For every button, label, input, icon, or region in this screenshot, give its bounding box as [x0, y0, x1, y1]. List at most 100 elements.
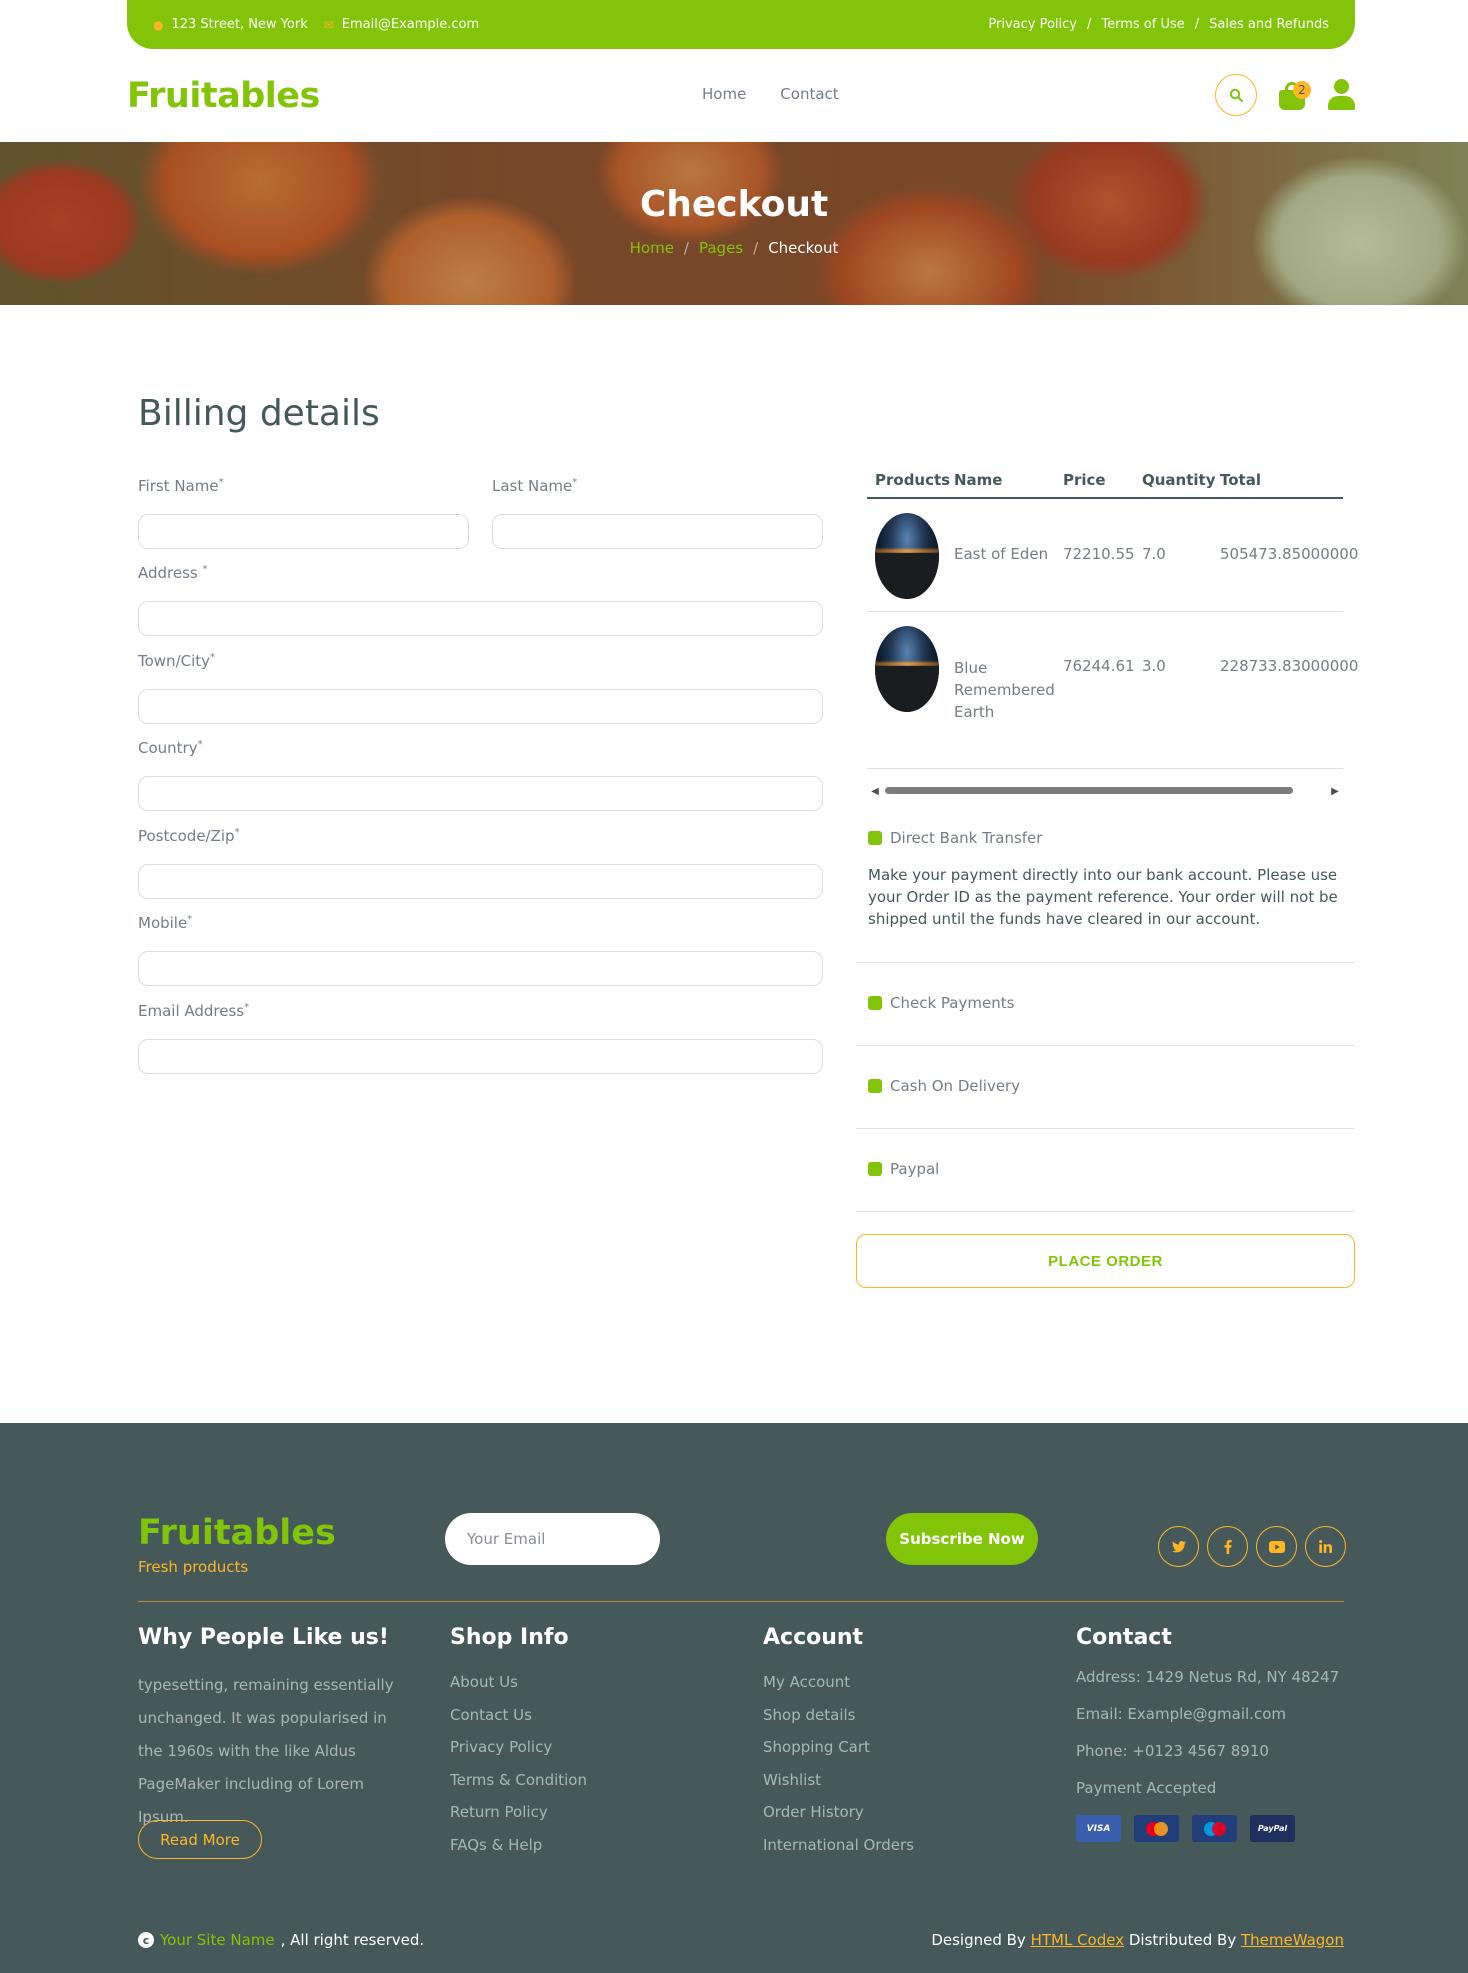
- table-horizontal-scrollbar[interactable]: ◀ ▶: [867, 783, 1343, 799]
- footer-link-privacy[interactable]: Privacy Policy: [450, 1738, 552, 1756]
- footer-link-faqs[interactable]: FAQs & Help: [450, 1836, 542, 1854]
- town-input[interactable]: [138, 689, 823, 724]
- nav-actions: 2: [1215, 74, 1355, 116]
- col-total: Total: [1220, 471, 1261, 489]
- topbar-separator: /: [1086, 17, 1092, 32]
- footer-link-contact[interactable]: Contact Us: [450, 1706, 532, 1724]
- footer-divider: [138, 1601, 1344, 1602]
- billing-title: Billing details: [138, 393, 380, 434]
- html-codex-link[interactable]: HTML Codex: [1031, 1931, 1125, 1949]
- linkedin-icon[interactable]: [1305, 1526, 1346, 1567]
- topbar-address: ● 123 Street, New York: [153, 17, 308, 32]
- breadcrumb-pages[interactable]: Pages: [699, 239, 743, 257]
- nav-home[interactable]: Home: [702, 85, 746, 103]
- nav-menu: Home Contact: [702, 85, 839, 103]
- user-account-button[interactable]: [1327, 79, 1355, 111]
- product-image: [875, 513, 939, 599]
- footer-logo[interactable]: Fruitables: [138, 1513, 336, 1553]
- payment-direct-bank-transfer[interactable]: Direct Bank Transfer: [868, 829, 1042, 847]
- youtube-icon[interactable]: [1256, 1526, 1297, 1567]
- checkbox-checked-icon[interactable]: [868, 831, 882, 845]
- designed-by-label: Designed By: [931, 1931, 1031, 1949]
- read-more-button[interactable]: Read More: [138, 1820, 262, 1859]
- payment-cash-on-delivery[interactable]: Cash On Delivery: [868, 1077, 1020, 1095]
- place-order-button[interactable]: PLACE ORDER: [856, 1234, 1355, 1288]
- copyright-icon: c: [138, 1932, 154, 1948]
- facebook-icon[interactable]: [1207, 1526, 1248, 1567]
- postcode-input[interactable]: [138, 864, 823, 899]
- contact-address: Address: 1429 Netus Rd, NY 48247: [1076, 1668, 1340, 1686]
- first-name-label: First Name*: [138, 477, 224, 495]
- distributed-by-label: Distributed By: [1124, 1931, 1241, 1949]
- subscribe-button[interactable]: Subscribe Now: [886, 1513, 1038, 1565]
- product-quantity: 7.0: [1142, 545, 1166, 563]
- nav-contact[interactable]: Contact: [780, 85, 838, 103]
- mobile-input[interactable]: [138, 951, 823, 986]
- contact-phone: Phone: +0123 4567 8910: [1076, 1742, 1269, 1760]
- payment-description: Make your payment directly into our bank…: [868, 866, 1338, 928]
- mastercard-icon: [1134, 1815, 1179, 1842]
- terms-of-use-link[interactable]: Terms of Use: [1101, 17, 1184, 32]
- email-label: Email Address*: [138, 1002, 250, 1020]
- scroll-right-icon[interactable]: ▶: [1327, 786, 1343, 797]
- scroll-left-icon[interactable]: ◀: [867, 786, 883, 797]
- sales-refunds-link[interactable]: Sales and Refunds: [1209, 17, 1329, 32]
- topbar-email-text[interactable]: Email@Example.com: [342, 17, 479, 32]
- country-label: Country*: [138, 739, 203, 757]
- checkbox-checked-icon[interactable]: [868, 1079, 882, 1093]
- country-input[interactable]: [138, 776, 823, 811]
- footer-link-shopping-cart[interactable]: Shopping Cart: [763, 1738, 870, 1756]
- checkbox-checked-icon[interactable]: [868, 996, 882, 1010]
- map-marker-icon: ●: [153, 17, 164, 32]
- footer-link-about[interactable]: About Us: [450, 1673, 518, 1691]
- envelope-icon: ✉: [323, 17, 334, 32]
- mobile-label: Mobile*: [138, 914, 193, 932]
- site-name-link[interactable]: Your Site Name: [160, 1931, 275, 1949]
- breadcrumb-separator: /: [753, 239, 759, 257]
- table-header: Products Name Price Quantity Total: [867, 465, 1343, 499]
- site-logo[interactable]: Fruitables: [127, 76, 320, 116]
- navbar: Fruitables Home Contact 2: [127, 49, 1355, 142]
- table-row: Blue Remembered Earth 76244.61 3.0 22873…: [867, 612, 1358, 769]
- first-name-input[interactable]: [138, 514, 469, 549]
- footer-link-terms[interactable]: Terms & Condition: [450, 1771, 587, 1789]
- product-price: 72210.55: [1063, 545, 1135, 563]
- footer-link-international[interactable]: International Orders: [763, 1836, 914, 1854]
- breadcrumb-separator: /: [683, 239, 689, 257]
- footer-link-my-account[interactable]: My Account: [763, 1673, 850, 1691]
- user-icon: [1334, 79, 1349, 94]
- footer-link-shop-details[interactable]: Shop details: [763, 1706, 855, 1724]
- topbar: ● 123 Street, New York ✉ Email@Example.c…: [127, 0, 1355, 49]
- scrollbar-thumb[interactable]: [885, 787, 1293, 794]
- footer: Fruitables Fresh products Your Email Sub…: [0, 1423, 1468, 1973]
- credits: Designed By HTML Codex Distributed By Th…: [931, 1931, 1344, 1949]
- footer-link-wishlist[interactable]: Wishlist: [763, 1771, 821, 1789]
- account-title: Account: [763, 1625, 864, 1650]
- last-name-input[interactable]: [492, 514, 823, 549]
- col-name: Name: [954, 471, 1003, 489]
- copyright: c Your Site Name , All right reserved.: [138, 1931, 424, 1949]
- footer-link-return[interactable]: Return Policy: [450, 1803, 548, 1821]
- why-text: typesetting, remaining essentially uncha…: [138, 1676, 394, 1826]
- topbar-email[interactable]: ✉ Email@Example.com: [324, 17, 479, 32]
- payment-paypal[interactable]: Paypal: [868, 1160, 939, 1178]
- twitter-icon[interactable]: [1158, 1526, 1199, 1567]
- breadcrumb-home[interactable]: Home: [630, 239, 674, 257]
- email-input[interactable]: [138, 1039, 823, 1074]
- cart-button[interactable]: 2: [1277, 78, 1311, 112]
- themewagon-link[interactable]: ThemeWagon: [1241, 1931, 1344, 1949]
- address-input[interactable]: [138, 601, 823, 636]
- town-label: Town/City*: [138, 652, 216, 670]
- newsletter-email-input[interactable]: Your Email: [445, 1513, 660, 1565]
- product-total: 228733.83000000: [1220, 657, 1359, 675]
- page-header-banner: Checkout Home / Pages / Checkout: [0, 142, 1468, 305]
- product-image: [875, 626, 939, 712]
- checkbox-checked-icon[interactable]: [868, 1162, 882, 1176]
- payment-check-payments[interactable]: Check Payments: [868, 994, 1014, 1012]
- footer-link-order-history[interactable]: Order History: [763, 1803, 864, 1821]
- privacy-policy-link[interactable]: Privacy Policy: [988, 17, 1077, 32]
- last-name-label: Last Name*: [492, 477, 578, 495]
- payment-accepted-label: Payment Accepted: [1076, 1779, 1217, 1797]
- scrollbar-track[interactable]: [883, 787, 1327, 795]
- search-button[interactable]: [1215, 74, 1257, 116]
